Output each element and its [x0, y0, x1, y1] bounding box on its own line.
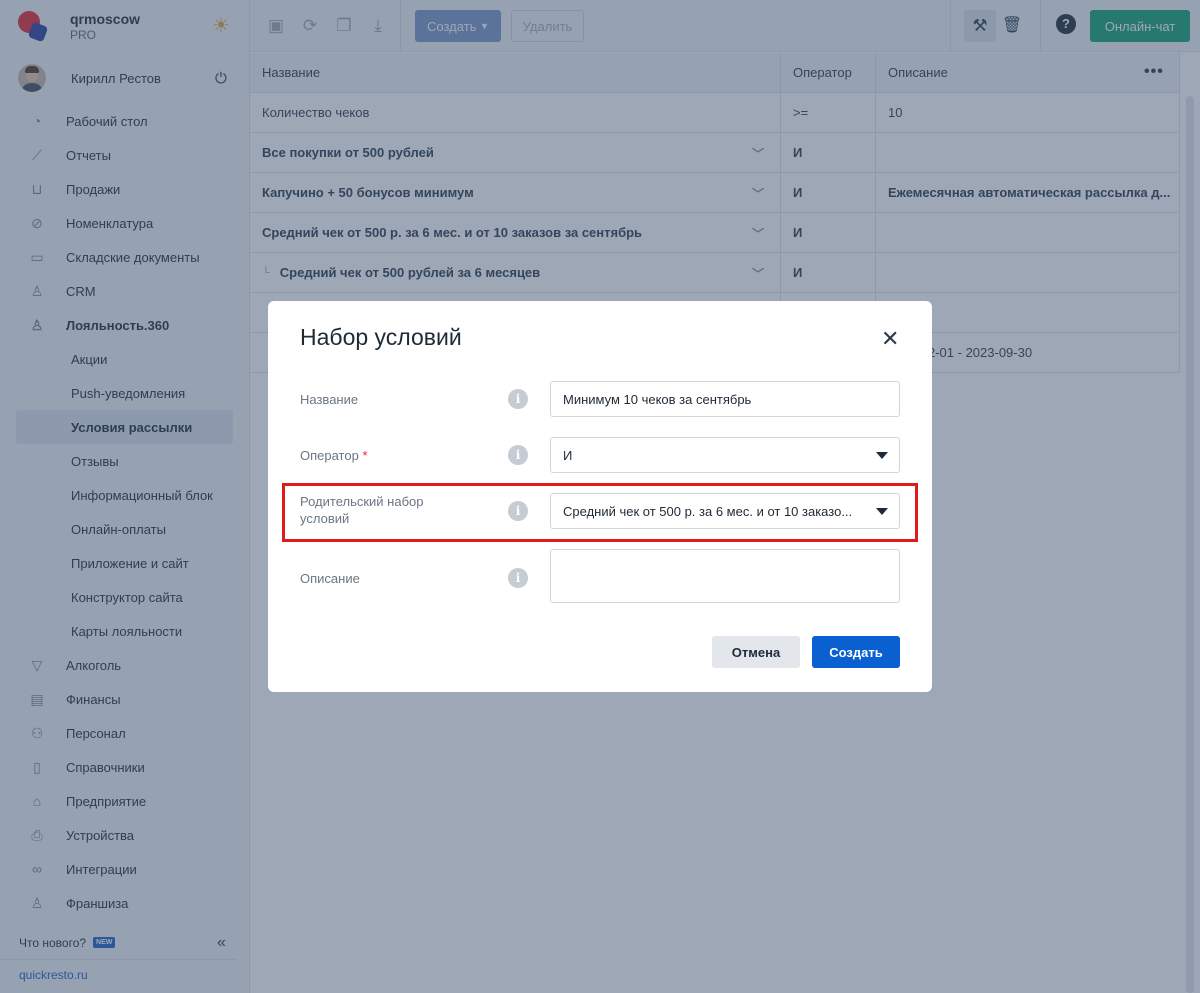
operator-select-value: И — [563, 447, 573, 463]
operator-label-text: Оператор — [300, 448, 359, 463]
caret-down-icon — [876, 508, 888, 515]
dialog-title: Набор условий — [300, 324, 462, 350]
description-textarea[interactable] — [550, 549, 900, 603]
description-label: Описание — [300, 571, 360, 586]
info-icon[interactable]: i — [508, 568, 528, 588]
required-mark: * — [362, 448, 368, 463]
info-icon[interactable]: i — [508, 389, 528, 409]
operator-select[interactable]: И — [550, 437, 900, 473]
parent-set-label: Родительский набор условий — [300, 494, 424, 526]
operator-label: Оператор * — [300, 447, 368, 464]
close-icon[interactable]: ✕ — [881, 328, 899, 350]
parent-set-select[interactable]: Средний чек от 500 р. за 6 мес. и от 10 … — [550, 493, 900, 529]
name-label: Название — [300, 392, 359, 407]
info-icon[interactable]: i — [508, 501, 528, 521]
condition-set-dialog: Набор условий ✕ Название i Минимум 10 че… — [268, 301, 932, 692]
caret-down-icon — [876, 452, 888, 459]
name-field[interactable]: Минимум 10 чеков за сентябрь — [550, 381, 900, 417]
info-icon[interactable]: i — [508, 445, 528, 465]
parent-set-select-value: Средний чек от 500 р. за 6 мес. и от 10 … — [563, 503, 853, 519]
create-submit-button[interactable]: Создать — [812, 636, 900, 668]
cancel-button[interactable]: Отмена — [712, 636, 800, 668]
name-field-value: Минимум 10 чеков за сентябрь — [563, 391, 752, 407]
